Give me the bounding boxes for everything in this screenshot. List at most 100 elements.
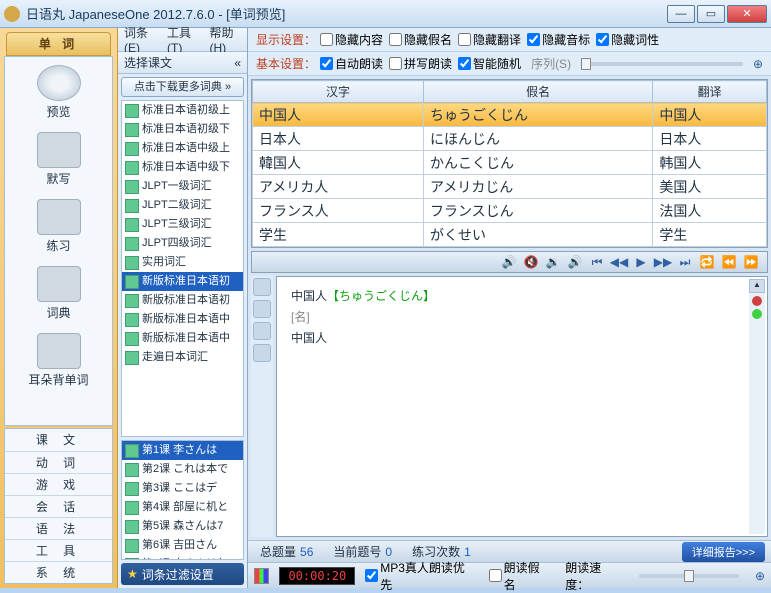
- sidebar-icon-0[interactable]: 预览: [5, 57, 112, 124]
- table-row[interactable]: フランス人フランスじん法国人: [253, 199, 767, 223]
- menubar: 词条(E) 工具(T) 帮助(H): [118, 28, 247, 52]
- sidebar-bottom-4[interactable]: 语 法: [5, 517, 112, 539]
- lesson-item[interactable]: 第6课 吉田さん: [122, 536, 243, 555]
- table-header[interactable]: 假名: [423, 81, 652, 103]
- sidebar-bottom-1[interactable]: 动 词: [5, 451, 112, 473]
- mp3-checkbox[interactable]: MP3真人朗读优先: [365, 559, 472, 593]
- left-sidebar: 单 词 预览默写练习词典耳朵背单词 课 文动 词游 戏会 话语 法工 具系 统: [0, 28, 118, 588]
- word-table: 汉字假名翻译中国人ちゅうごくじん中国人日本人にほんじん日本人韓国人かんこくじん韩…: [251, 79, 768, 248]
- setting-checkbox[interactable]: 拼写朗读: [389, 55, 452, 72]
- speed-plus-icon[interactable]: ⊕: [755, 569, 765, 583]
- right-panel: 显示设置： 隐藏内容隐藏假名隐藏翻译隐藏音标隐藏词性 基本设置： 自动朗读拼写朗…: [248, 28, 771, 588]
- repeat-icon[interactable]: 🔁: [699, 254, 715, 270]
- detail-toolbar: [251, 276, 273, 537]
- download-more-button[interactable]: 点击下载更多词典 »: [121, 77, 244, 97]
- dictionary-list: 标准日本语初级上标准日本语初级下标准日本语中级上标准日本语中级下JLPT一级词汇…: [121, 100, 244, 437]
- sidebar-tab-word[interactable]: 单 词: [6, 32, 111, 56]
- player-toolbar: 🔊 🔇 🔉 🔊 ⏮ ◀◀ ▶ ▶▶ ⏭ 🔁 ⏪ ⏩: [251, 251, 768, 273]
- setting-checkbox[interactable]: 隐藏翻译: [458, 31, 521, 48]
- table-row[interactable]: 中国人ちゅうごくじん中国人: [253, 103, 767, 127]
- sidebar-icon-3[interactable]: 词典: [5, 258, 112, 325]
- window-title: 日语丸 JapaneseOne 2012.7.6.0 - [单词预览]: [26, 4, 667, 23]
- dict-item[interactable]: JLPT三级词汇: [122, 215, 243, 234]
- table-row[interactable]: 学生がくせい学生: [253, 223, 767, 247]
- dict-item[interactable]: 新版标准日本语中: [122, 310, 243, 329]
- sidebar-bottom-0[interactable]: 课 文: [5, 429, 112, 451]
- save-icon[interactable]: [253, 278, 271, 296]
- lesson-item[interactable]: 第4课 部屋に机と: [122, 498, 243, 517]
- dict-item[interactable]: 走遍日本词汇: [122, 348, 243, 367]
- dict-item[interactable]: 新版标准日本语中: [122, 329, 243, 348]
- setting-checkbox[interactable]: 智能随机: [458, 55, 521, 72]
- lesson-item[interactable]: 第2课 これは本で: [122, 460, 243, 479]
- close-button[interactable]: ✕: [727, 5, 767, 23]
- dict-item[interactable]: 标准日本语初级下: [122, 120, 243, 139]
- filter-settings-button[interactable]: ★ 词条过滤设置: [121, 563, 244, 585]
- timer-display: 00:00:20: [279, 567, 355, 585]
- sidebar-bottom-6[interactable]: 系 统: [5, 561, 112, 583]
- dict-item[interactable]: 标准日本语中级下: [122, 158, 243, 177]
- setting-checkbox[interactable]: 隐藏假名: [389, 31, 452, 48]
- sidebar-icon-4[interactable]: 耳朵背单词: [5, 325, 112, 392]
- dict-item[interactable]: 新版标准日本语初: [122, 272, 243, 291]
- sidebar-icon-1[interactable]: 默写: [5, 124, 112, 191]
- rewind-icon[interactable]: ◀◀: [611, 254, 627, 270]
- setting-checkbox[interactable]: 自动朗读: [320, 55, 383, 72]
- dict-item[interactable]: 新版标准日本语初: [122, 291, 243, 310]
- menu-entry[interactable]: 词条(E): [124, 24, 155, 55]
- vol-down-icon[interactable]: 🔉: [545, 254, 561, 270]
- dict-item[interactable]: 标准日本语初级上: [122, 101, 243, 120]
- mute-icon[interactable]: 🔇: [523, 254, 539, 270]
- table-row[interactable]: アメリカ人アメリカじん美国人: [253, 175, 767, 199]
- forward-icon[interactable]: ▶▶: [655, 254, 671, 270]
- dict-item[interactable]: JLPT四级词汇: [122, 234, 243, 253]
- table-header[interactable]: 汉字: [253, 81, 424, 103]
- detail-report-button[interactable]: 详细报告>>>: [682, 542, 765, 562]
- dict-item[interactable]: JLPT一级词汇: [122, 177, 243, 196]
- vol-up-icon[interactable]: 🔊: [567, 254, 583, 270]
- copy-icon[interactable]: [253, 300, 271, 318]
- menu-tool[interactable]: 工具(T): [167, 24, 197, 55]
- sidebar-bottom-2[interactable]: 游 戏: [5, 473, 112, 495]
- refresh-icon[interactable]: [253, 322, 271, 340]
- skip-back-icon[interactable]: ⏪: [721, 254, 737, 270]
- detail-area: 中国人【ちゅうごくじん】 [名] 中国人 ▲: [251, 276, 768, 537]
- lesson-item[interactable]: 第3课 ここはデ: [122, 479, 243, 498]
- prev-track-icon[interactable]: ⏮: [589, 254, 605, 270]
- bottom-bar: 00:00:20 MP3真人朗读优先 朗读假名 朗读速度： ⊕: [248, 562, 771, 588]
- lesson-list: 第1课 李さんは第2课 これは本で第3课 ここはデ第4课 部屋に机と第5课 森さ…: [121, 440, 244, 560]
- setting-checkbox[interactable]: 隐藏内容: [320, 31, 383, 48]
- play-icon[interactable]: ▶: [633, 254, 649, 270]
- dict-item[interactable]: JLPT二级词汇: [122, 196, 243, 215]
- maximize-button[interactable]: ▭: [697, 5, 725, 23]
- detail-scrollbar[interactable]: ▲: [749, 279, 765, 534]
- star-icon: ★: [127, 567, 138, 581]
- table-row[interactable]: 韓国人かんこくじん韩国人: [253, 151, 767, 175]
- table-header[interactable]: 翻译: [653, 81, 767, 103]
- sidebar-bottom-3[interactable]: 会 话: [5, 495, 112, 517]
- skip-fwd-icon[interactable]: ⏩: [743, 254, 759, 270]
- volume-icon[interactable]: 🔊: [501, 254, 517, 270]
- lesson-item[interactable]: 第7课 李さんは毎: [122, 555, 243, 560]
- sidebar-icon-2[interactable]: 练习: [5, 191, 112, 258]
- setting-checkbox[interactable]: 隐藏词性: [596, 31, 659, 48]
- select-lesson-header: 选择课文 «: [118, 52, 247, 74]
- slider-plus-icon[interactable]: ⊕: [753, 57, 763, 71]
- table-row[interactable]: 日本人にほんじん日本人: [253, 127, 767, 151]
- color-icon[interactable]: [254, 568, 269, 584]
- setting-checkbox[interactable]: 隐藏音标: [527, 31, 590, 48]
- link-icon[interactable]: [253, 344, 271, 362]
- menu-help[interactable]: 帮助(H): [209, 24, 241, 55]
- lesson-item[interactable]: 第1课 李さんは: [122, 441, 243, 460]
- minimize-button[interactable]: —: [667, 5, 695, 23]
- speed-slider[interactable]: [639, 574, 739, 578]
- lesson-item[interactable]: 第5课 森さんは7: [122, 517, 243, 536]
- read-kana-checkbox[interactable]: 朗读假名: [489, 559, 550, 593]
- sequence-slider[interactable]: [581, 62, 743, 66]
- dict-item[interactable]: 实用词汇: [122, 253, 243, 272]
- middle-panel: 词条(E) 工具(T) 帮助(H) 选择课文 « 点击下载更多词典 » 标准日本…: [118, 28, 248, 588]
- sidebar-bottom-5[interactable]: 工 具: [5, 539, 112, 561]
- collapse-icon[interactable]: «: [234, 56, 241, 70]
- dict-item[interactable]: 标准日本语中级上: [122, 139, 243, 158]
- next-track-icon[interactable]: ⏭: [677, 254, 693, 270]
